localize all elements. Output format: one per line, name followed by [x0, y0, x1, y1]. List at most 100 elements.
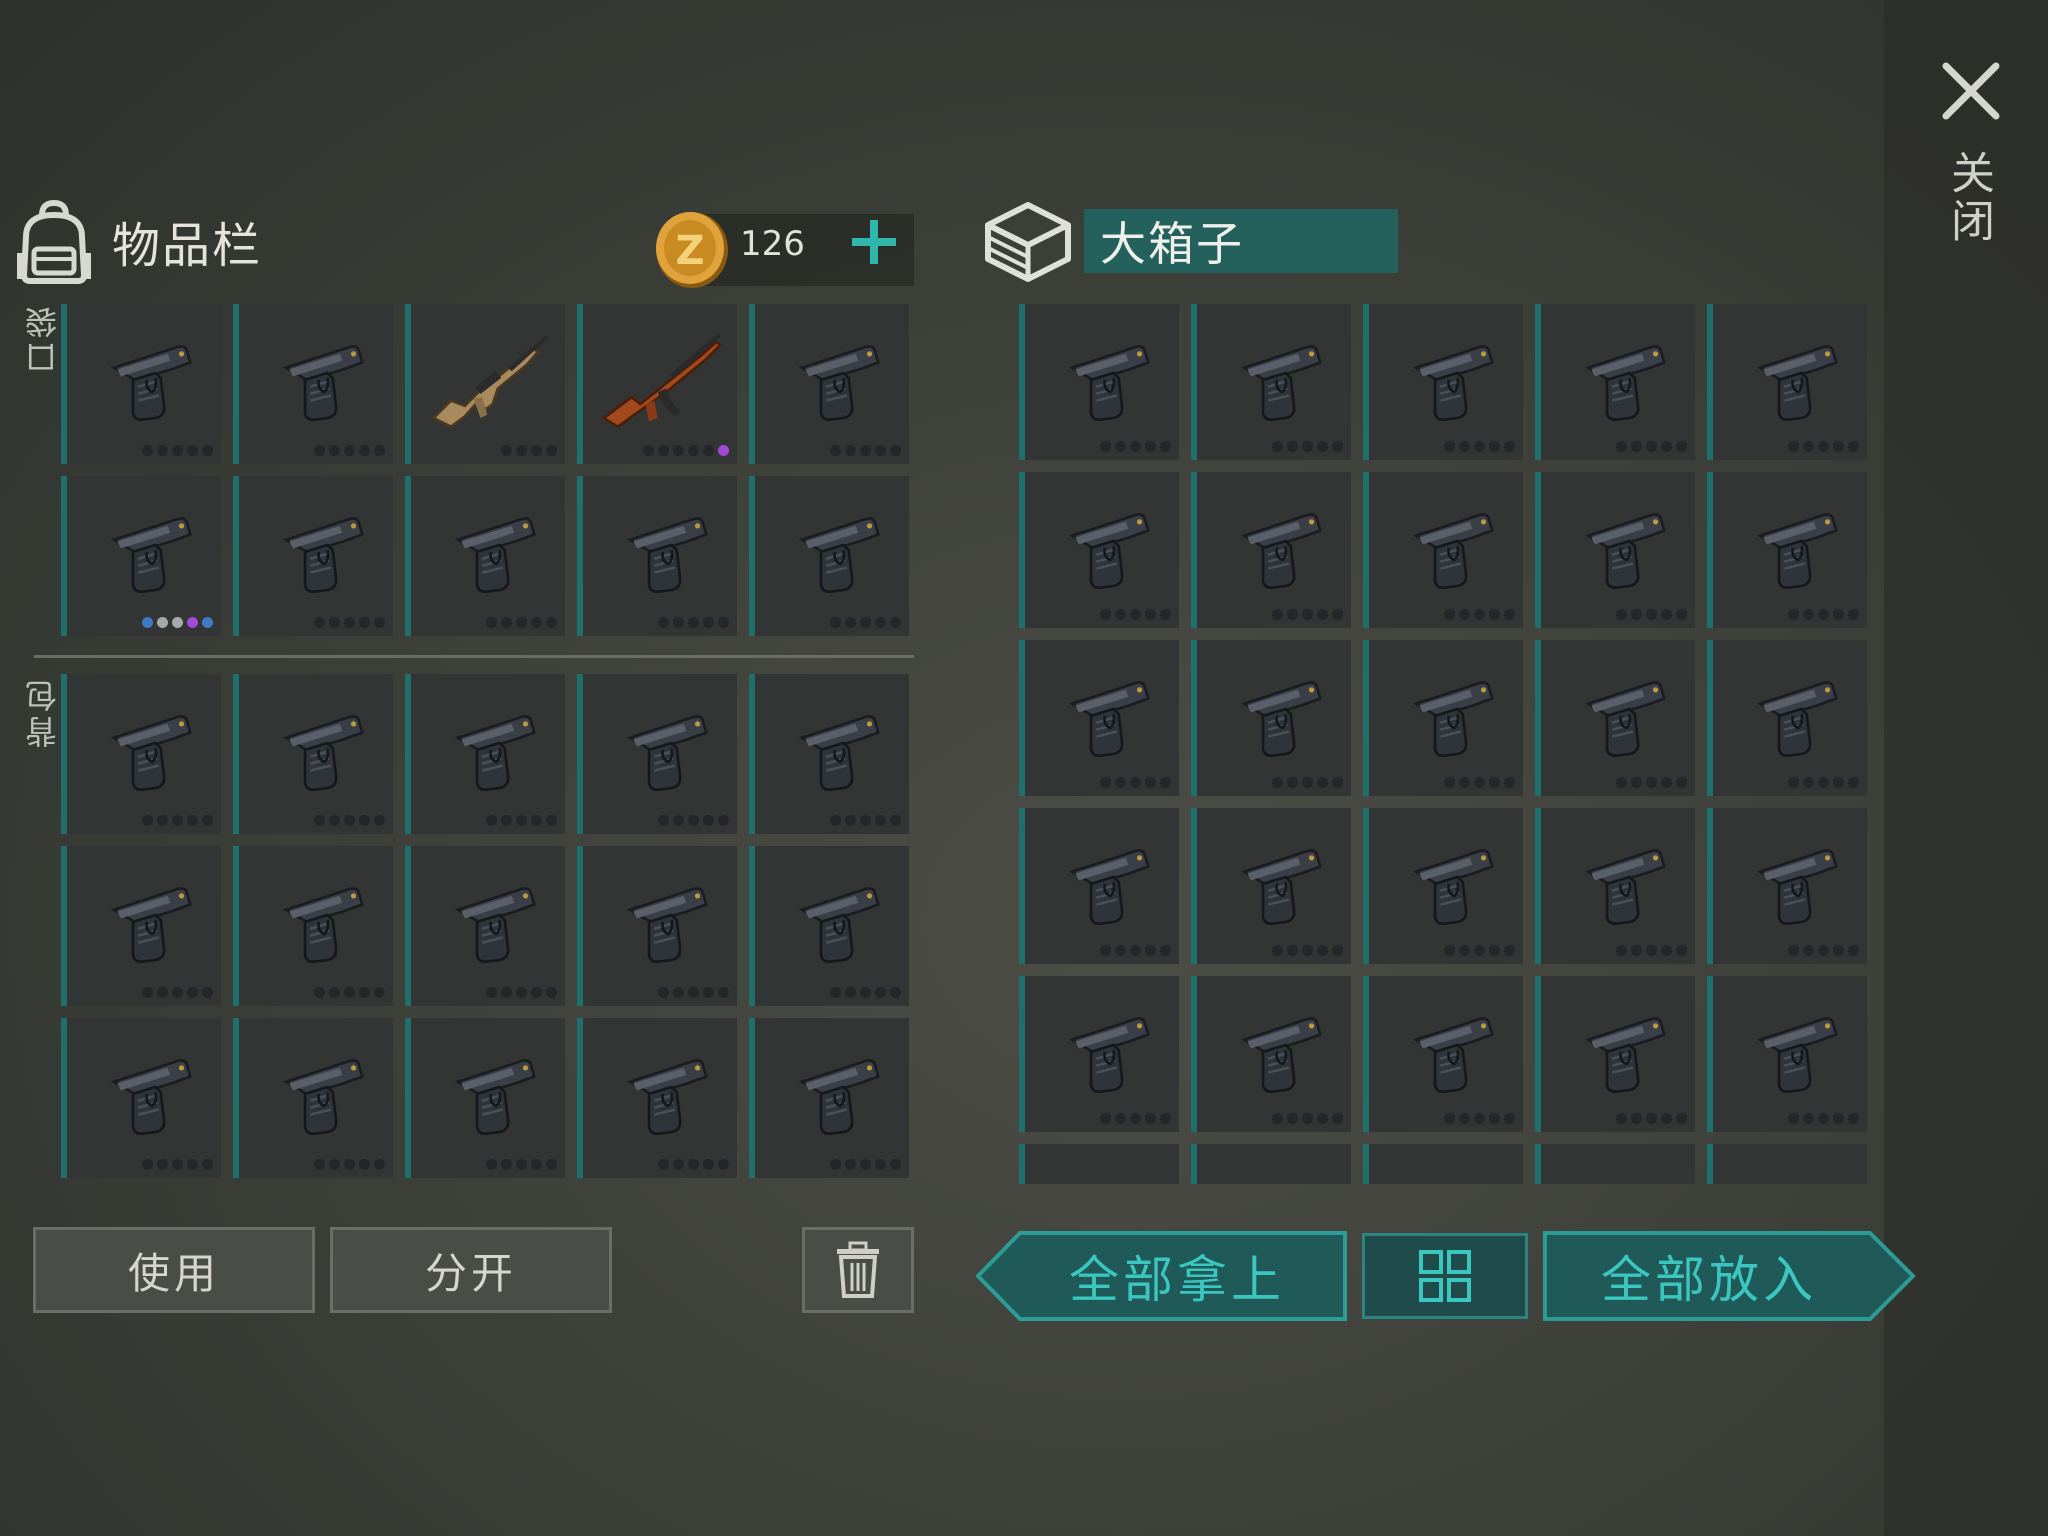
- backpack-slot[interactable]: [405, 674, 565, 834]
- rarity-dot: [1788, 1113, 1799, 1124]
- box-slot[interactable]: [1191, 808, 1351, 964]
- rarity-dot: [845, 1159, 856, 1170]
- backpack-slot[interactable]: [749, 846, 909, 1006]
- box-slot[interactable]: [1019, 472, 1179, 628]
- pocket-slot[interactable]: [233, 476, 393, 636]
- box-slot[interactable]: [1363, 472, 1523, 628]
- rarity-dot: [486, 815, 497, 826]
- trash-button[interactable]: [802, 1227, 914, 1313]
- close-label[interactable]: 关闭: [1940, 150, 2000, 246]
- pistol-icon: [454, 1059, 536, 1136]
- rarity-dot: [486, 1159, 497, 1170]
- box-slot[interactable]: [1707, 472, 1867, 628]
- box-slot[interactable]: [1535, 304, 1695, 460]
- rarity-dot: [314, 815, 325, 826]
- box-slot[interactable]: [1535, 1144, 1695, 1184]
- backpack-slot[interactable]: [61, 846, 221, 1006]
- rarity-dot: [329, 1159, 340, 1170]
- backpack-slot[interactable]: [61, 1018, 221, 1178]
- rarity-dots: [314, 617, 385, 628]
- box-slot[interactable]: [1191, 472, 1351, 628]
- inventory-header: 物品栏: [14, 196, 262, 286]
- rarity-dot: [1272, 609, 1283, 620]
- box-grid-scroll[interactable]: [1019, 304, 1871, 1184]
- backpack-slot[interactable]: [749, 674, 909, 834]
- box-slot[interactable]: [1019, 304, 1179, 460]
- pocket-slot[interactable]: [577, 476, 737, 636]
- rarity-dot: [1115, 441, 1126, 452]
- box-slot[interactable]: [1707, 640, 1867, 796]
- sort-button[interactable]: [1362, 1233, 1528, 1319]
- put-all-button[interactable]: 全部放入: [1542, 1230, 1916, 1322]
- box-slot[interactable]: [1363, 1144, 1523, 1184]
- box-slot[interactable]: [1535, 640, 1695, 796]
- box-slot[interactable]: [1019, 976, 1179, 1132]
- close-icon: [1942, 62, 2000, 120]
- box-slot[interactable]: [1363, 976, 1523, 1132]
- pocket-slot[interactable]: [405, 304, 565, 464]
- backpack-slot[interactable]: [233, 674, 393, 834]
- box-slot[interactable]: [1019, 1144, 1179, 1184]
- pistol-icon: [110, 715, 192, 792]
- box-slot[interactable]: [1191, 976, 1351, 1132]
- rarity-dot: [1302, 1113, 1313, 1124]
- rarity-dot: [1631, 777, 1642, 788]
- rarity-dot: [860, 987, 871, 998]
- box-slot[interactable]: [1191, 304, 1351, 460]
- backpack-slot[interactable]: [405, 846, 565, 1006]
- backpack-slot[interactable]: [405, 1018, 565, 1178]
- backpack-slot[interactable]: [61, 674, 221, 834]
- rarity-dot: [1646, 945, 1657, 956]
- rarity-dot: [890, 445, 901, 456]
- box-slot[interactable]: [1535, 808, 1695, 964]
- close-button[interactable]: [1938, 58, 2004, 124]
- add-coins-button[interactable]: [844, 212, 904, 272]
- box-slot[interactable]: [1363, 640, 1523, 796]
- pistol-icon: [798, 1059, 880, 1136]
- pocket-slot[interactable]: [749, 476, 909, 636]
- box-slot[interactable]: [1191, 640, 1351, 796]
- backpack-slot[interactable]: [577, 846, 737, 1006]
- box-slot[interactable]: [1707, 1144, 1867, 1184]
- backpack-slot[interactable]: [233, 1018, 393, 1178]
- rarity-dot: [1145, 777, 1156, 788]
- backpack-slot[interactable]: [577, 674, 737, 834]
- box-slot[interactable]: [1535, 976, 1695, 1132]
- rarity-dot: [546, 815, 557, 826]
- rarity-dot: [1160, 777, 1171, 788]
- rarity-dot: [329, 987, 340, 998]
- box-slot[interactable]: [1191, 1144, 1351, 1184]
- pocket-slot[interactable]: [61, 476, 221, 636]
- rarity-dot: [486, 617, 497, 628]
- take-all-button[interactable]: 全部拿上: [976, 1230, 1348, 1322]
- box-slot[interactable]: [1707, 304, 1867, 460]
- pocket-slot[interactable]: [749, 304, 909, 464]
- rarity-dot: [688, 445, 699, 456]
- rarity-dot: [344, 1159, 355, 1170]
- pocket-slot[interactable]: [405, 476, 565, 636]
- box-slot[interactable]: [1019, 808, 1179, 964]
- backpack-slot[interactable]: [749, 1018, 909, 1178]
- use-button[interactable]: 使用: [33, 1227, 315, 1313]
- backpack-slot[interactable]: [233, 846, 393, 1006]
- rarity-dot: [875, 1159, 886, 1170]
- split-button[interactable]: 分开: [330, 1227, 612, 1313]
- pistol-icon: [1068, 513, 1150, 590]
- box-slot[interactable]: [1363, 808, 1523, 964]
- rarity-dot: [187, 1159, 198, 1170]
- rarity-dot: [157, 815, 168, 826]
- pocket-slot[interactable]: [61, 304, 221, 464]
- rarity-dots: [142, 617, 213, 628]
- pistol-icon: [282, 345, 364, 422]
- box-slot[interactable]: [1707, 808, 1867, 964]
- box-slot[interactable]: [1363, 304, 1523, 460]
- box-slot[interactable]: [1707, 976, 1867, 1132]
- pistol-icon: [1412, 1017, 1494, 1094]
- backpack-slot[interactable]: [577, 1018, 737, 1178]
- rarity-dot: [1489, 1113, 1500, 1124]
- pocket-slot[interactable]: [233, 304, 393, 464]
- box-slot[interactable]: [1535, 472, 1695, 628]
- box-slot[interactable]: [1019, 640, 1179, 796]
- pocket-slot[interactable]: [577, 304, 737, 464]
- rarity-dot: [1504, 777, 1515, 788]
